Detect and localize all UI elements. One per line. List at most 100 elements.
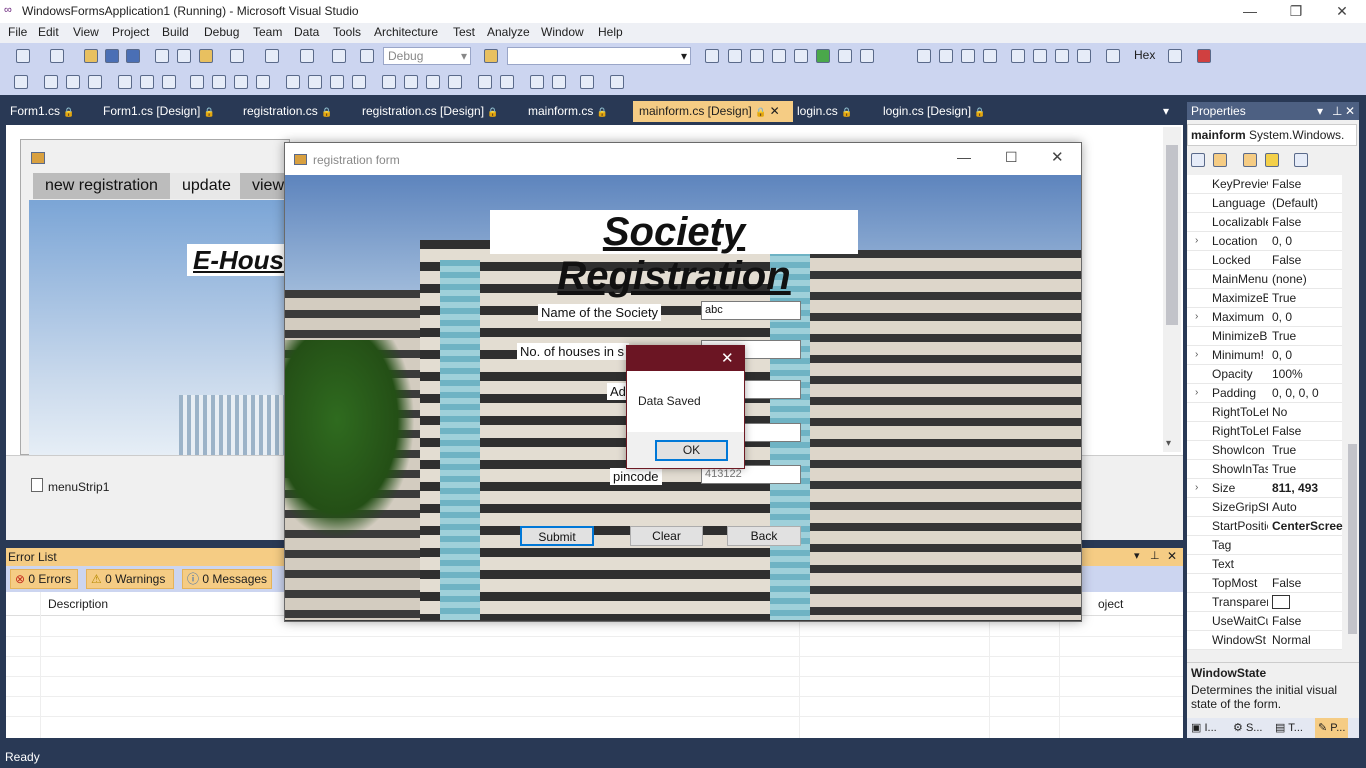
save-icon[interactable] bbox=[105, 49, 119, 63]
solution-explorer-icon[interactable] bbox=[705, 49, 719, 63]
add-item-icon[interactable] bbox=[50, 49, 64, 63]
properties-view-icon[interactable] bbox=[1243, 153, 1257, 167]
undo-icon[interactable] bbox=[230, 49, 244, 63]
align-centers-icon[interactable] bbox=[66, 75, 80, 89]
menu-test[interactable]: Test bbox=[453, 25, 475, 39]
panel-options-icon[interactable]: ▾ bbox=[1134, 549, 1140, 562]
save-all-icon[interactable] bbox=[126, 49, 140, 63]
events-lightning-icon[interactable] bbox=[1265, 153, 1279, 167]
align-bottoms-icon[interactable] bbox=[162, 75, 176, 89]
tab-login-design[interactable]: login.cs [Design] 🔒 bbox=[877, 101, 992, 122]
tab-registration-cs[interactable]: registration.cs 🔒 bbox=[237, 101, 338, 122]
horizontal-spacing-equal-icon[interactable] bbox=[286, 75, 300, 89]
property-value[interactable]: True bbox=[1272, 441, 1344, 459]
hex-display-button[interactable]: Hex bbox=[1134, 48, 1155, 62]
menu-build[interactable]: Build bbox=[162, 25, 189, 39]
vertical-spacing-equal-icon[interactable] bbox=[382, 75, 396, 89]
copy-icon[interactable] bbox=[177, 49, 191, 63]
menu-update[interactable]: update bbox=[170, 173, 243, 199]
extension-icon[interactable] bbox=[838, 49, 852, 63]
size-to-grid-icon[interactable] bbox=[212, 75, 226, 89]
center-vertically-icon[interactable] bbox=[500, 75, 514, 89]
property-row[interactable]: Transparer bbox=[1187, 593, 1342, 612]
property-row[interactable]: › Location 0, 0 bbox=[1187, 232, 1342, 251]
property-value[interactable]: 100% bbox=[1272, 365, 1344, 383]
align-middles-icon[interactable] bbox=[140, 75, 154, 89]
remove-vertical-spacing-icon[interactable] bbox=[448, 75, 462, 89]
threads-icon[interactable] bbox=[1168, 49, 1182, 63]
categorized-icon[interactable] bbox=[1191, 153, 1205, 167]
make-same-width-icon[interactable] bbox=[190, 75, 204, 89]
close-tab-icon[interactable]: ✕ bbox=[770, 104, 780, 118]
open-folder-icon[interactable] bbox=[84, 49, 98, 63]
message-box-close-button[interactable]: ✕ bbox=[721, 349, 734, 367]
menu-team[interactable]: Team bbox=[253, 25, 282, 39]
send-to-back-icon[interactable] bbox=[552, 75, 566, 89]
property-row[interactable]: Language (Default) bbox=[1187, 194, 1342, 213]
property-value[interactable]: 0, 0 bbox=[1272, 232, 1344, 250]
menu-tools[interactable]: Tools bbox=[333, 25, 361, 39]
property-row[interactable]: › Size 811, 493 bbox=[1187, 479, 1342, 498]
tab-registration-design[interactable]: registration.cs [Design] 🔒 bbox=[356, 101, 505, 122]
expand-chevron-icon[interactable]: › bbox=[1195, 346, 1198, 364]
property-row[interactable]: RightToLef False bbox=[1187, 422, 1342, 441]
center-horizontally-icon[interactable] bbox=[478, 75, 492, 89]
property-row[interactable]: ShowInTas True bbox=[1187, 460, 1342, 479]
property-row[interactable]: SizeGripSty Auto bbox=[1187, 498, 1342, 517]
menu-data[interactable]: Data bbox=[294, 25, 319, 39]
menu-debug[interactable]: Debug bbox=[204, 25, 239, 39]
errors-filter-button[interactable]: ⊗ 0 Errors bbox=[10, 569, 78, 589]
menu-view[interactable]: View bbox=[73, 25, 99, 39]
property-value[interactable]: Normal bbox=[1272, 631, 1344, 649]
step-out-icon[interactable] bbox=[1077, 49, 1091, 63]
properties-scrollbar[interactable] bbox=[1346, 174, 1359, 654]
object-browser-icon[interactable] bbox=[750, 49, 764, 63]
column-project[interactable]: oject bbox=[1098, 597, 1123, 611]
start-debug-icon[interactable] bbox=[360, 49, 374, 63]
property-value[interactable]: Auto bbox=[1272, 498, 1344, 516]
property-value[interactable]: (none) bbox=[1272, 270, 1344, 288]
tab-properties[interactable]: ✎ P... bbox=[1315, 718, 1349, 738]
form-minimize-button[interactable]: — bbox=[957, 149, 971, 165]
property-value[interactable]: False bbox=[1272, 612, 1344, 630]
object-selector[interactable]: mainform System.Windows. bbox=[1187, 124, 1357, 146]
back-button[interactable]: Back bbox=[727, 526, 801, 546]
property-row[interactable]: ShowIcon True bbox=[1187, 441, 1342, 460]
breakpoint-icon[interactable] bbox=[1197, 49, 1211, 63]
tab-solution-explorer[interactable]: ▣ I... bbox=[1191, 718, 1217, 738]
redo-icon[interactable] bbox=[265, 49, 279, 63]
property-row[interactable]: TopMost False bbox=[1187, 574, 1342, 593]
ok-button[interactable]: OK bbox=[655, 440, 728, 461]
tools-icon[interactable] bbox=[794, 49, 808, 63]
align-tops-icon[interactable] bbox=[118, 75, 132, 89]
panel-options-icon[interactable]: ▾ bbox=[1317, 102, 1323, 120]
property-row[interactable]: MinimizeB True bbox=[1187, 327, 1342, 346]
stop-debugging-icon[interactable] bbox=[961, 49, 975, 63]
clear-button[interactable]: Clear bbox=[630, 526, 703, 546]
tab-form1-design[interactable]: Form1.cs [Design] 🔒 bbox=[97, 101, 221, 122]
bring-to-front-icon[interactable] bbox=[530, 75, 544, 89]
menu-project[interactable]: Project bbox=[112, 25, 149, 39]
toolbox-icon[interactable] bbox=[772, 49, 786, 63]
property-row[interactable]: Text bbox=[1187, 555, 1342, 574]
tab-mainform-design[interactable]: mainform.cs [Design] 🔒 ✕ bbox=[633, 101, 793, 122]
step-into-icon[interactable] bbox=[1033, 49, 1047, 63]
property-row[interactable]: WindowSt Normal bbox=[1187, 631, 1342, 650]
property-row[interactable]: Localizable False bbox=[1187, 213, 1342, 232]
scroll-down-icon[interactable]: ▾ bbox=[1166, 438, 1171, 449]
tab-server-explorer[interactable]: ⚙ S... bbox=[1233, 718, 1262, 738]
tab-order-icon[interactable] bbox=[580, 75, 594, 89]
navigate-back-icon[interactable] bbox=[300, 49, 314, 63]
property-row[interactable]: UseWaitCu False bbox=[1187, 612, 1342, 631]
show-next-statement-icon[interactable] bbox=[1011, 49, 1025, 63]
property-value[interactable]: False bbox=[1272, 213, 1344, 231]
tab-mainform-cs[interactable]: mainform.cs 🔒 bbox=[522, 101, 614, 122]
menu-edit[interactable]: Edit bbox=[38, 25, 59, 39]
form-maximize-button[interactable]: ☐ bbox=[1005, 149, 1018, 166]
restore-button[interactable]: ❐ bbox=[1273, 0, 1319, 23]
break-all-icon[interactable] bbox=[939, 49, 953, 63]
menu-file[interactable]: File bbox=[8, 25, 27, 39]
decrease-horizontal-spacing-icon[interactable] bbox=[330, 75, 344, 89]
property-value[interactable]: No bbox=[1272, 403, 1344, 421]
property-row[interactable]: RightToLef No bbox=[1187, 403, 1342, 422]
